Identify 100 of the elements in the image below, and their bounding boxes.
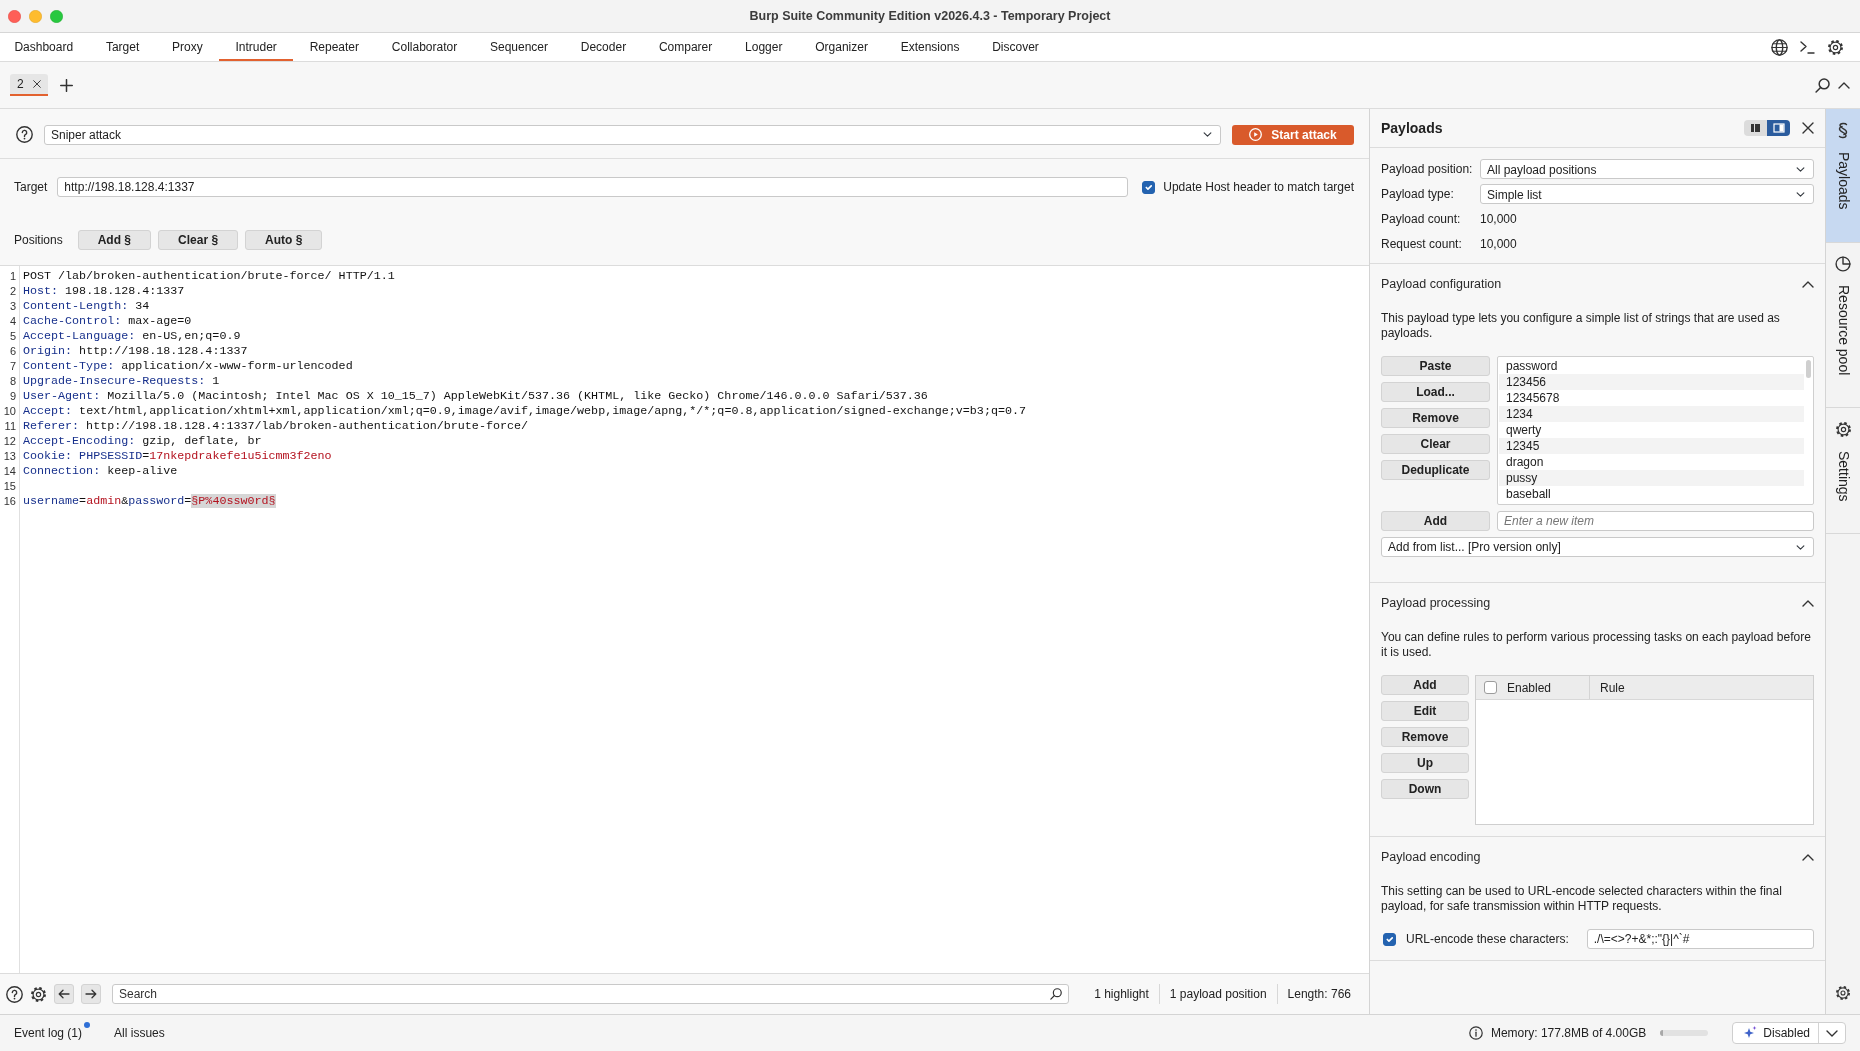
column-header[interactable]: Enabled <box>1507 678 1552 697</box>
chevron-up-icon[interactable] <box>1802 280 1814 288</box>
stat-text: 1 highlight <box>1093 986 1150 1003</box>
main-tab[interactable]: Discover <box>975 33 1056 61</box>
caret-icon[interactable] <box>1826 1029 1838 1037</box>
main-tab[interactable]: Comparer <box>642 33 729 61</box>
code-line: Content-Length: 34 <box>23 299 150 314</box>
list-item[interactable]: qwerty <box>1499 422 1804 438</box>
start-attack-button[interactable]: Start attack <box>1232 124 1354 145</box>
add-button[interactable]: Add <box>1381 511 1490 531</box>
list-item[interactable]: baseball <box>1499 486 1804 502</box>
dropdown[interactable]: Simple list <box>1480 184 1814 204</box>
panel-button[interactable]: Add <box>1381 675 1469 695</box>
line-number: 6 <box>8 344 17 359</box>
search-field[interactable]: Search <box>112 984 1070 1004</box>
chevron-up-icon[interactable] <box>1802 853 1814 861</box>
list-item[interactable]: 12345678 <box>1499 390 1804 406</box>
code-line: Host: 198.18.128.4:1337 <box>23 284 185 299</box>
main-tab[interactable]: Dashboard <box>0 33 90 61</box>
plus-icon[interactable] <box>59 78 73 92</box>
search-icon[interactable] <box>1815 77 1830 93</box>
payload-list[interactable]: password 123456 12345678 1234 qwerty 12345 dragon pussy baseball <box>1497 356 1814 505</box>
characters-field[interactable]: ./\=<>?+&*;:"{}|^`# <box>1586 929 1814 949</box>
positions-button[interactable]: Auto § <box>245 230 323 250</box>
main-tab[interactable]: Extensions <box>884 33 976 61</box>
code-line: Content-Type: application/x-www-form-urlencoded <box>23 359 353 374</box>
scrollbar[interactable] <box>1806 360 1811 378</box>
help-icon[interactable] <box>6 985 23 1003</box>
panel-button[interactable]: Up <box>1381 753 1469 773</box>
list-item[interactable]: 12345 <box>1499 438 1804 454</box>
settings-icon[interactable] <box>30 985 47 1003</box>
window-close-icon[interactable] <box>8 9 21 23</box>
side-tab[interactable]: Payloads <box>1826 109 1860 243</box>
checkbox[interactable] <box>1484 681 1497 694</box>
checkbox[interactable] <box>1383 932 1396 946</box>
chevron-up-icon[interactable] <box>1802 599 1814 607</box>
section-title: Payload encoding <box>1381 848 1481 866</box>
side-tab[interactable]: Settings <box>1826 407 1860 535</box>
list-item[interactable]: dragon <box>1499 454 1804 470</box>
line-number: 1 <box>8 269 17 284</box>
line-number: 9 <box>8 389 17 404</box>
attack-type-select[interactable]: Sniper attack <box>44 124 1221 145</box>
section-description: You can define rules to perform various processing tasks on each payload before it is used. <box>1381 630 1812 660</box>
panel-button[interactable]: Edit <box>1381 701 1469 721</box>
terminal-icon[interactable] <box>1800 40 1815 54</box>
arrow-right-icon <box>85 989 97 999</box>
main-tab[interactable]: Target <box>89 33 156 61</box>
list-item[interactable]: password <box>1499 358 1804 374</box>
main-tab[interactable]: Proxy <box>155 33 220 61</box>
play-icon <box>1249 128 1263 141</box>
panel-button[interactable]: Paste <box>1381 356 1490 376</box>
positions-button[interactable]: Clear § <box>158 230 239 250</box>
main-tab[interactable]: Organizer <box>798 33 885 61</box>
panel-button[interactable]: Clear <box>1381 434 1490 454</box>
all-issues-link[interactable]: All issues <box>114 1024 165 1042</box>
view-toggle-button[interactable] <box>1767 120 1790 136</box>
list-item[interactable]: 1234 <box>1499 406 1804 422</box>
help-icon[interactable] <box>16 126 33 143</box>
code-line: User-Agent: Mozilla/5.0 (Macintosh; Intel Mac OS X 10_15_7) AppleWebKit/537.36 (KHTML, like Gecko) Chrome/146.0.0.0 Safari/537.36 <box>23 389 928 404</box>
globe-icon[interactable] <box>1771 38 1788 56</box>
dropdown[interactable]: All payload positions <box>1480 159 1814 179</box>
event-log-link[interactable]: Event log (1) <box>14 1024 83 1042</box>
column-header[interactable]: Rule <box>1600 678 1625 697</box>
panel-button[interactable]: Deduplicate <box>1381 460 1490 480</box>
close-icon[interactable] <box>1802 122 1814 134</box>
field-value: 10,000 <box>1480 211 1517 228</box>
settings-icon[interactable] <box>1827 38 1844 56</box>
checkbox[interactable] <box>1142 180 1156 194</box>
info-icon[interactable] <box>1468 1026 1483 1040</box>
list-item[interactable]: 123456 <box>1499 374 1804 390</box>
new-item-field[interactable]: Enter a new item <box>1497 511 1814 531</box>
line-number: 2 <box>8 284 17 299</box>
side-tab[interactable]: Resource pool <box>1826 242 1860 408</box>
main-tab[interactable]: Logger <box>728 33 799 61</box>
panel-button[interactable]: Remove <box>1381 408 1490 428</box>
close-icon[interactable] <box>32 80 41 88</box>
panel-button[interactable]: Down <box>1381 779 1469 799</box>
line-number: 11 <box>3 419 17 434</box>
forward-button[interactable] <box>81 984 101 1004</box>
settings-icon[interactable] <box>1834 420 1852 438</box>
line-number: 13 <box>2 449 17 464</box>
list-item[interactable]: pussy <box>1499 470 1804 486</box>
main-tab[interactable]: Repeater <box>293 33 376 61</box>
line-number: 12 <box>2 434 17 449</box>
add-from-list-dropdown[interactable]: Add from list... [Pro version only] <box>1381 537 1814 557</box>
search-icon[interactable] <box>1050 988 1063 1000</box>
panel-button[interactable]: Load... <box>1381 382 1490 402</box>
settings-icon[interactable] <box>1835 985 1851 1001</box>
sparkle-icon <box>1743 1026 1758 1040</box>
view-toggle-button[interactable] <box>1744 120 1767 136</box>
chevron-up-icon[interactable] <box>1838 81 1850 89</box>
panel-layout-icon <box>1749 123 1762 133</box>
panel-button[interactable]: Remove <box>1381 727 1469 747</box>
back-button[interactable] <box>54 984 74 1004</box>
main-tab[interactable]: Collaborator <box>375 33 474 61</box>
attack-tab[interactable]: 2 <box>10 74 48 96</box>
main-tab[interactable]: Decoder <box>564 33 643 61</box>
positions-button[interactable]: Add § <box>77 230 152 250</box>
target-url-field[interactable]: http://198.18.128.4:1337 <box>57 177 1129 197</box>
main-tab[interactable]: Sequencer <box>473 33 565 61</box>
